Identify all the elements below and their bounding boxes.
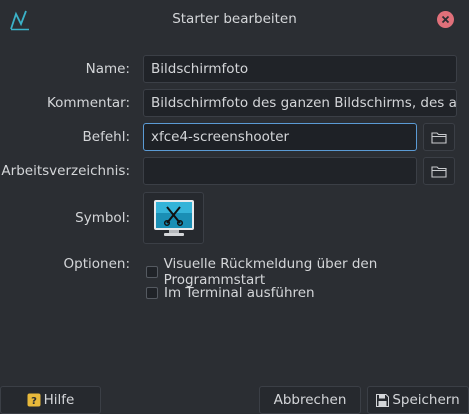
command-label: Befehl: xyxy=(82,129,130,145)
comment-field[interactable]: Bildschirmfoto des ganzen Bildschirms, d… xyxy=(143,89,457,117)
folder-icon xyxy=(431,165,447,178)
save-label: Speichern xyxy=(392,392,460,408)
run-in-terminal-checkbox[interactable] xyxy=(146,287,158,299)
help-icon: ? xyxy=(27,393,41,407)
name-label: Name: xyxy=(85,61,130,77)
help-button[interactable]: ? Hilfe xyxy=(0,386,101,414)
cancel-button[interactable]: Abbrechen xyxy=(259,386,361,414)
folder-icon xyxy=(431,131,447,144)
visual-feedback-label: Visuelle Rückmeldung über den Programmst… xyxy=(163,256,378,288)
workdir-browse-button[interactable] xyxy=(423,157,455,185)
save-icon xyxy=(376,393,390,407)
close-icon xyxy=(441,15,450,24)
name-field[interactable]: Bildschirmfoto xyxy=(143,55,457,83)
workdir-field[interactable] xyxy=(143,157,417,185)
run-in-terminal-option[interactable]: Im Terminal ausführen xyxy=(146,285,315,301)
options-label: Optionen: xyxy=(63,256,130,272)
run-in-terminal-label: Im Terminal ausführen xyxy=(164,285,315,301)
cancel-label: Abbrechen xyxy=(273,392,347,408)
help-label: Hilfe xyxy=(43,392,75,408)
symbol-button[interactable] xyxy=(143,192,204,244)
window-title: Starter bearbeiten xyxy=(172,11,297,27)
comment-label: Kommentar: xyxy=(46,95,130,111)
title-bar: Starter bearbeiten xyxy=(0,0,469,40)
visual-feedback-option[interactable]: Visuelle Rückmeldung über den Programmst… xyxy=(146,256,469,288)
command-field[interactable]: xfce4-screenshooter xyxy=(143,123,417,151)
visual-feedback-checkbox[interactable] xyxy=(146,266,158,278)
close-button[interactable] xyxy=(437,11,454,28)
symbol-label: Symbol: xyxy=(75,210,130,226)
command-browse-button[interactable] xyxy=(423,123,455,151)
screenshot-icon xyxy=(153,200,194,236)
svg-text:?: ? xyxy=(31,396,37,407)
save-button[interactable]: Speichern xyxy=(367,386,469,414)
workdir-label: Arbeitsverzeichnis: xyxy=(1,163,130,179)
